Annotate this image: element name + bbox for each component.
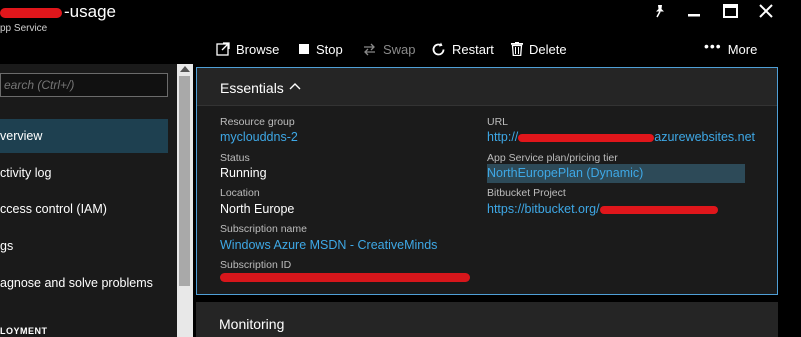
sidebar-scrollbar[interactable] — [177, 64, 193, 337]
essentials-panel: Essentials Resource group myclouddns-2 S… — [196, 67, 778, 295]
sidebar-item-diagnose[interactable]: agnose and solve problems — [0, 266, 168, 300]
stop-icon — [299, 44, 309, 54]
sidebar-section-deployment: LOYMENT — [0, 326, 48, 336]
location-value: North Europe — [220, 202, 295, 216]
plan-label: App Service plan/pricing tier — [487, 152, 618, 164]
restart-label: Restart — [452, 41, 494, 57]
plan-link[interactable]: NorthEuropePlan (Dynamic) — [487, 166, 643, 180]
stop-button[interactable]: Stop — [298, 38, 343, 60]
bitbucket-link[interactable]: https://bitbucket.org/ — [487, 202, 718, 216]
trash-icon — [511, 42, 523, 56]
pin-button[interactable] — [643, 0, 677, 22]
sidebar-item-label: verview — [0, 129, 43, 143]
stop-label: Stop — [316, 41, 343, 57]
browse-label: Browse — [236, 41, 280, 57]
more-label: More — [727, 41, 758, 57]
restart-button[interactable]: Restart — [431, 38, 494, 60]
blade-subtitle: pp Service — [0, 23, 48, 34]
restart-icon — [432, 42, 445, 55]
essentials-header[interactable]: Essentials — [197, 68, 777, 106]
subscription-name-label: Subscription name — [220, 223, 307, 235]
maximize-button[interactable] — [713, 0, 747, 22]
url-link-prefix: http:// — [487, 130, 519, 144]
resource-group-label: Resource group — [220, 116, 295, 128]
ellipsis-icon: ••• — [704, 38, 722, 54]
sidebar-item-label: ccess control (IAM) — [0, 202, 107, 216]
bitbucket-link-prefix: https://bitbucket.org/ — [487, 202, 600, 216]
swap-button[interactable]: Swap — [362, 38, 416, 60]
browse-button[interactable]: Browse — [216, 38, 279, 60]
resource-group-link[interactable]: myclouddns-2 — [220, 130, 298, 144]
main-content: Essentials Resource group myclouddns-2 S… — [193, 64, 801, 337]
sidebar: verview ctivity log ccess control (IAM) … — [0, 64, 177, 337]
scroll-thumb[interactable] — [179, 76, 190, 286]
title-redacted-prefix — [0, 7, 62, 18]
more-button[interactable]: ••• More — [704, 38, 757, 60]
sidebar-item-tags[interactable]: gs — [0, 229, 168, 263]
browse-icon — [216, 42, 230, 56]
bitbucket-label: Bitbucket Project — [487, 187, 566, 199]
essentials-title[interactable]: Essentials — [220, 80, 284, 96]
sidebar-item-activity-log[interactable]: ctivity log — [0, 156, 168, 190]
subscription-id-label: Subscription ID — [220, 259, 292, 271]
url-redacted — [518, 133, 655, 142]
status-label: Status — [220, 152, 250, 164]
close-button[interactable] — [749, 0, 783, 22]
blade-title-text: -usage — [64, 2, 116, 21]
maximize-icon — [722, 4, 738, 18]
search-input[interactable] — [0, 73, 168, 97]
url-link[interactable]: http:// azurewebsites.net — [487, 130, 755, 144]
monitoring-panel: Monitoring — [196, 302, 778, 337]
sidebar-item-overview[interactable]: verview — [0, 119, 168, 153]
monitoring-title[interactable]: Monitoring — [219, 316, 284, 332]
sidebar-item-access-control[interactable]: ccess control (IAM) — [0, 192, 168, 226]
url-label: URL — [487, 116, 509, 128]
status-value: Running — [220, 166, 267, 180]
delete-button[interactable]: Delete — [511, 38, 567, 60]
pin-icon — [656, 5, 664, 18]
subscription-id-redacted — [220, 273, 470, 282]
subscription-name-link[interactable]: Windows Azure MSDN - CreativeMinds — [220, 238, 437, 252]
delete-label: Delete — [529, 41, 567, 57]
swap-label: Swap — [383, 41, 416, 57]
sidebar-item-label: agnose and solve problems — [0, 276, 153, 290]
bitbucket-redacted — [599, 205, 718, 214]
minimize-button[interactable] — [677, 0, 711, 22]
sidebar-item-label: gs — [0, 239, 14, 253]
blade-title: -usage — [0, 2, 116, 22]
scroll-up-icon[interactable] — [180, 66, 190, 72]
location-label: Location — [220, 187, 260, 199]
sidebar-item-label: ctivity log — [0, 166, 52, 180]
url-link-suffix: azurewebsites.net — [654, 130, 756, 144]
close-icon — [759, 4, 773, 18]
minimize-icon — [688, 14, 700, 17]
chevron-up-icon[interactable] — [289, 82, 301, 90]
swap-icon — [364, 43, 375, 56]
